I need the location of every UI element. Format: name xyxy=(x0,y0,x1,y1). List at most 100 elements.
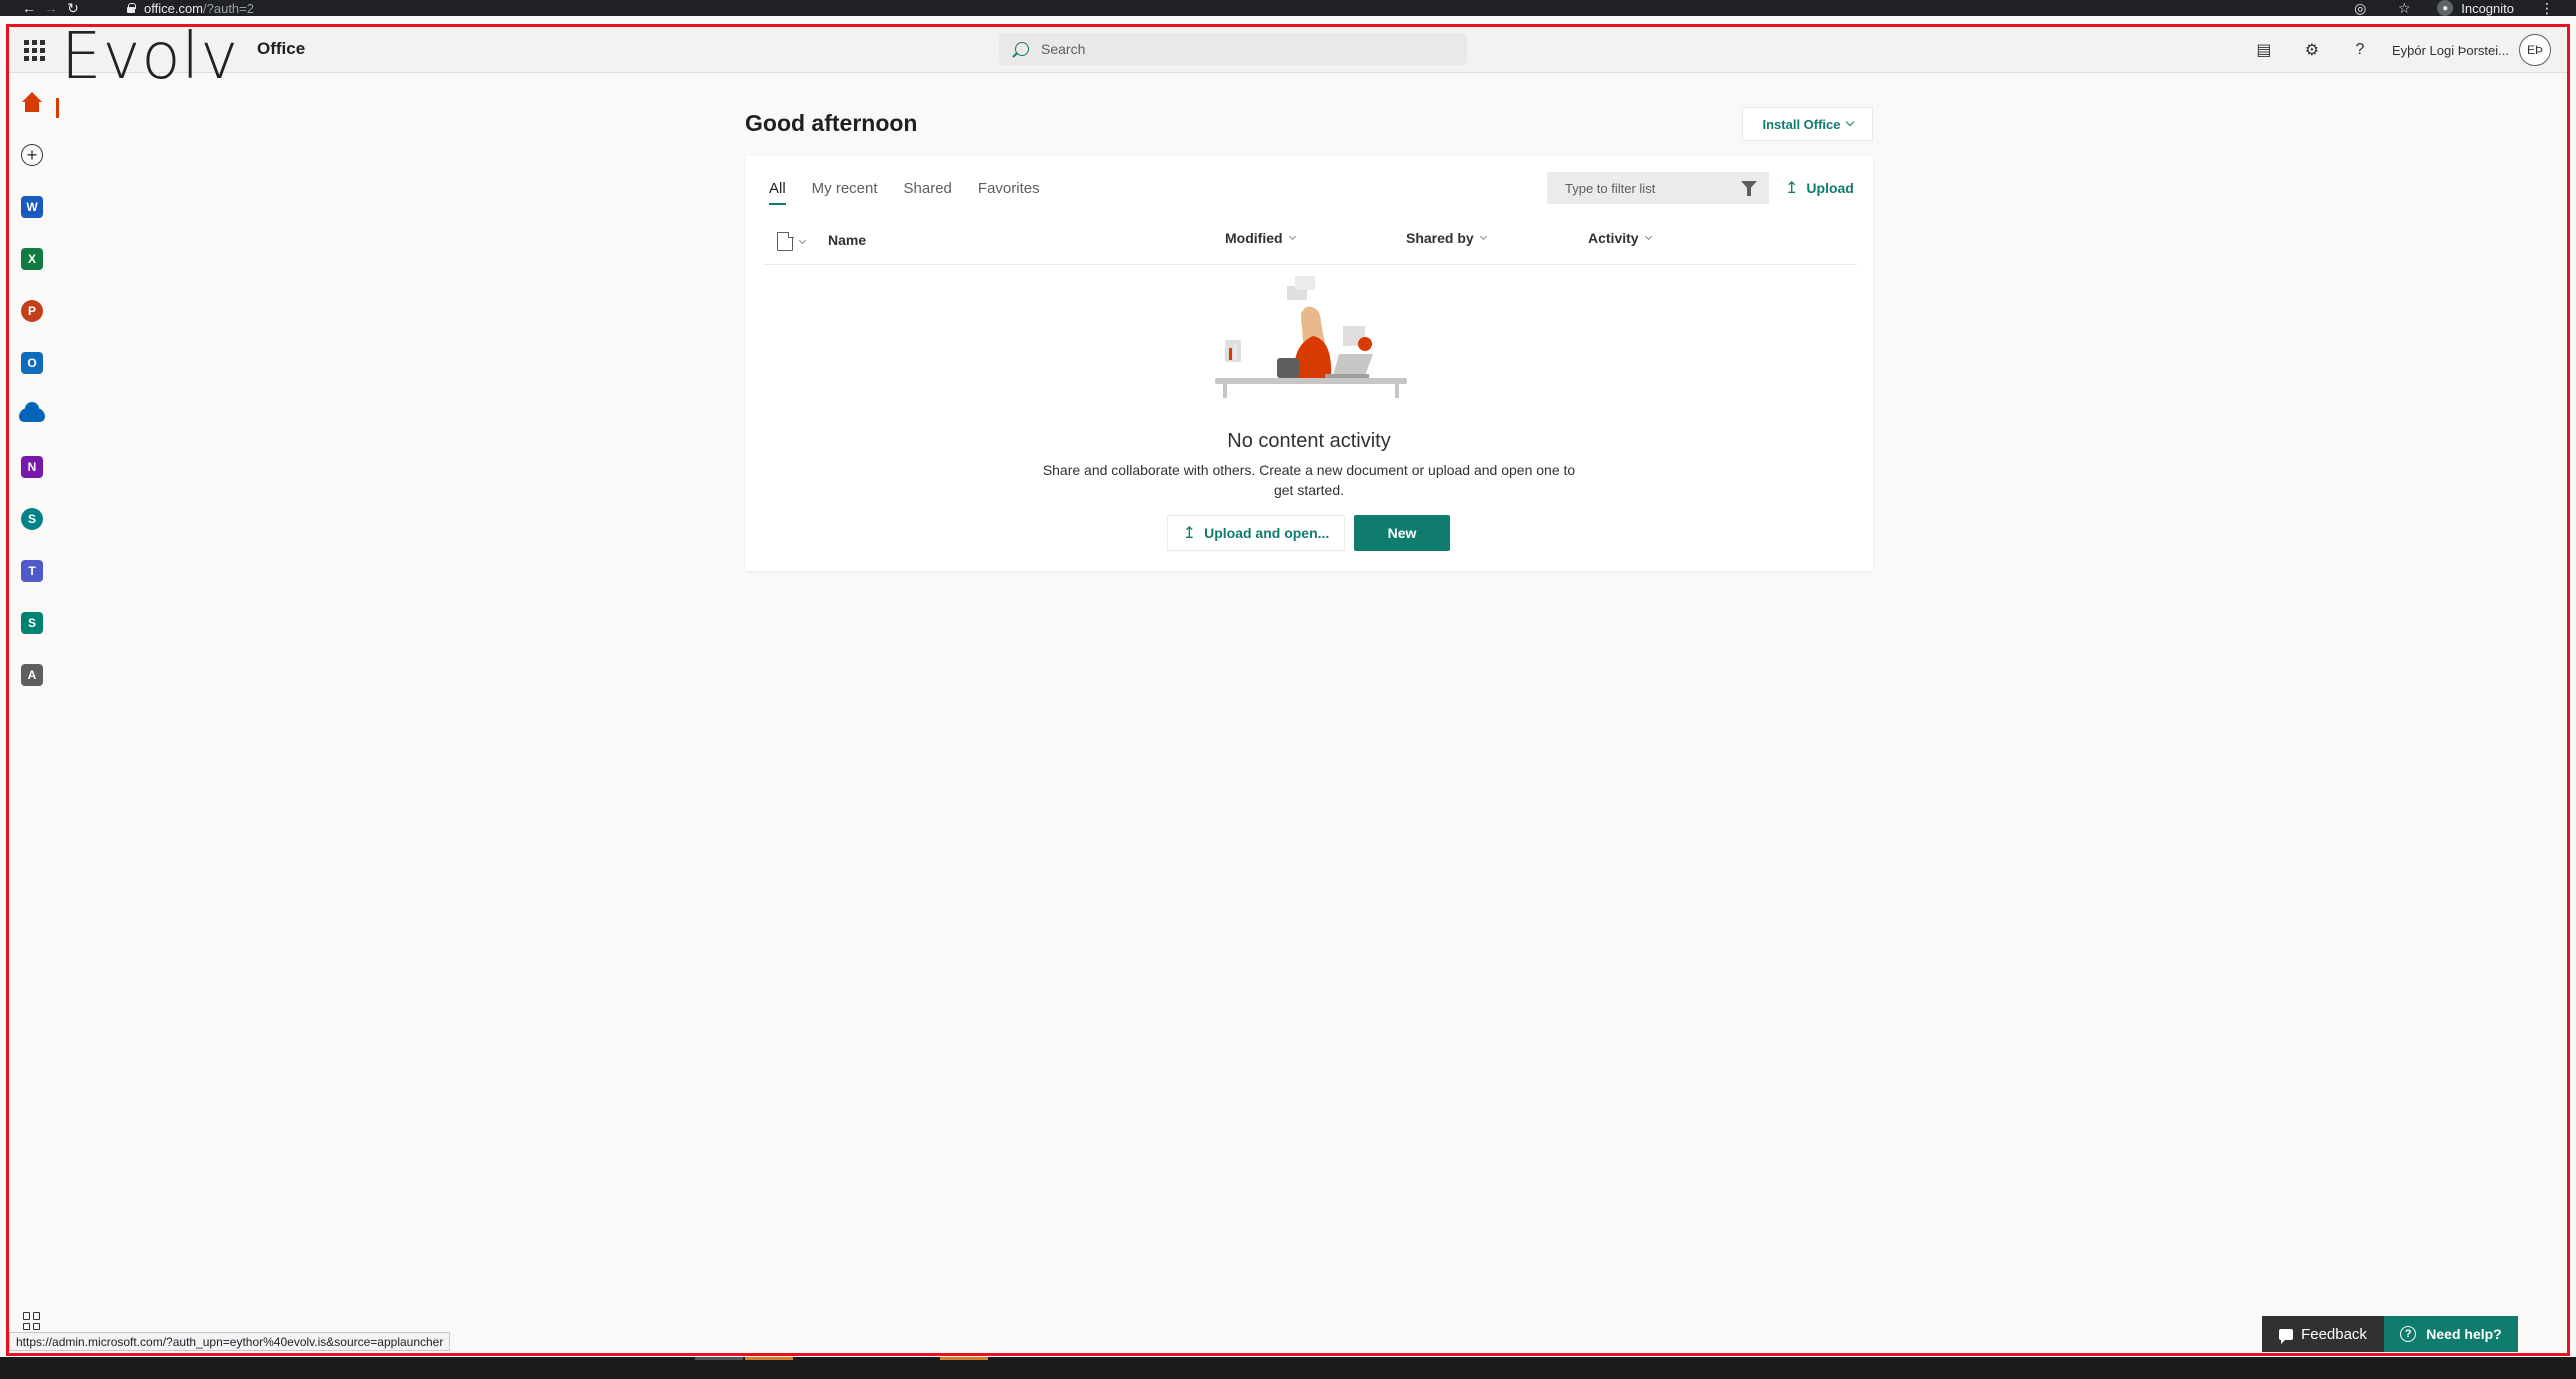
column-activity-label: Activity xyxy=(1588,230,1639,246)
rail-admin[interactable]: A xyxy=(9,652,55,698)
new-document-button[interactable]: New xyxy=(1354,515,1450,551)
whats-new-icon[interactable]: ▤ xyxy=(2240,27,2288,73)
search-icon xyxy=(1015,42,1029,56)
taskbar-app-indicator[interactable] xyxy=(745,1357,793,1360)
browser-toolbar: ← → ↻ office.com /?auth=2 ◎ ☆ ● Incognit… xyxy=(0,0,2576,16)
url-host: office.com xyxy=(144,0,204,16)
rail-teams[interactable]: T xyxy=(9,548,55,594)
need-help-button[interactable]: ? Need help? xyxy=(2384,1316,2518,1352)
empty-state-illustration xyxy=(1215,276,1407,398)
lock-icon xyxy=(126,3,136,13)
browser-nav: ← → ↻ xyxy=(18,0,84,16)
office-header: Evolv Office Search ▤ ⚙ ? Eyþór Logi Þor… xyxy=(9,25,2567,89)
upload-arrow-icon: ↥ xyxy=(1182,525,1197,542)
upload-label: Upload xyxy=(1806,180,1854,196)
empty-state-description: Share and collaborate with others. Creat… xyxy=(1042,462,1576,498)
link-status-bar: https://admin.microsoft.com/?auth_upn=ey… xyxy=(9,1332,451,1351)
filter-funnel-icon[interactable] xyxy=(1741,181,1757,196)
browser-actions: ◎ ☆ ● Incognito ⋮ xyxy=(2349,0,2558,16)
column-shared-by[interactable]: Shared by xyxy=(1406,230,1487,246)
taskbar-app-indicator[interactable] xyxy=(695,1357,743,1360)
rail-word[interactable]: W xyxy=(9,184,55,230)
star-icon[interactable]: ☆ xyxy=(2393,0,2415,16)
sharepoint-icon: S xyxy=(21,508,43,530)
rail-excel[interactable]: X xyxy=(9,236,55,282)
column-shared-by-label: Shared by xyxy=(1406,230,1474,246)
user-name[interactable]: Eyþór Logi Þorstei... xyxy=(2392,43,2509,58)
incognito-indicator[interactable]: ● Incognito xyxy=(2437,0,2514,16)
need-help-label: Need help? xyxy=(2426,1326,2502,1342)
rail-create[interactable]: + xyxy=(9,132,55,178)
teams-icon: T xyxy=(21,560,43,582)
help-question-icon: ? xyxy=(2400,1326,2417,1342)
rail-sharepoint[interactable]: S xyxy=(9,496,55,542)
column-activity[interactable]: Activity xyxy=(1588,230,1652,246)
home-icon xyxy=(21,92,43,114)
chevron-down-icon xyxy=(1845,117,1854,127)
upload-and-open-button[interactable]: ↥ Upload and open... xyxy=(1167,515,1345,551)
filter-placeholder: Type to filter list xyxy=(1565,180,1656,196)
rail-onedrive[interactable] xyxy=(9,392,55,438)
word-icon: W xyxy=(21,196,43,218)
forward-arrow-icon[interactable]: → xyxy=(40,0,62,16)
page-title: Good afternoon xyxy=(745,110,918,136)
feedback-bubble-icon xyxy=(2279,1328,2294,1344)
chevron-down-icon xyxy=(798,236,807,244)
chevron-down-icon xyxy=(1644,232,1652,241)
incognito-label: Incognito xyxy=(2461,0,2514,16)
eye-off-icon[interactable]: ◎ xyxy=(2349,0,2371,16)
tab-favorites[interactable]: Favorites xyxy=(978,180,1040,205)
feedback-label: Feedback xyxy=(2301,1325,2367,1343)
chevron-down-icon xyxy=(1479,232,1487,241)
create-plus-icon: + xyxy=(21,144,43,166)
search-placeholder: Search xyxy=(1041,41,1086,57)
excel-icon: X xyxy=(21,248,43,270)
all-apps-icon xyxy=(23,1312,41,1330)
column-name[interactable]: Name xyxy=(828,232,866,248)
tab-my-recent[interactable]: My recent xyxy=(812,180,878,205)
outlook-icon: O xyxy=(21,352,43,374)
powerpoint-icon: P xyxy=(21,300,43,322)
document-icon xyxy=(777,231,794,251)
app-launcher-waffle-icon[interactable] xyxy=(21,37,47,63)
app-name[interactable]: Office xyxy=(257,39,305,59)
settings-gear-icon[interactable]: ⚙ xyxy=(2288,27,2336,73)
column-modified-label: Modified xyxy=(1225,230,1283,246)
rail-home[interactable] xyxy=(9,80,59,126)
upload-arrow-icon: ↥ xyxy=(1785,180,1799,197)
taskbar-app-indicator[interactable] xyxy=(940,1357,988,1360)
incognito-icon: ● xyxy=(2437,0,2454,16)
search-input[interactable]: Search xyxy=(999,33,1467,65)
help-question-icon[interactable]: ? xyxy=(2336,27,2384,73)
empty-state-title: No content activity xyxy=(1227,430,1391,452)
rail-sway[interactable]: S xyxy=(9,600,55,646)
onenote-icon: N xyxy=(21,456,43,478)
filter-input[interactable]: Type to filter list xyxy=(1547,172,1769,204)
install-office-label: Install Office xyxy=(1762,116,1841,132)
column-modified[interactable]: Modified xyxy=(1225,230,1296,246)
sway-icon: S xyxy=(21,612,43,634)
upload-and-open-label: Upload and open... xyxy=(1204,525,1330,541)
documents-card: All My recent Shared Favorites Type to f… xyxy=(745,156,1873,571)
document-tabs: All My recent Shared Favorites xyxy=(769,180,1040,205)
rail-outlook[interactable]: O xyxy=(9,340,55,386)
browser-menu-icon[interactable]: ⋮ xyxy=(2536,0,2558,16)
install-office-button[interactable]: Install Office xyxy=(1742,107,1873,141)
avatar[interactable]: EÞ xyxy=(2519,34,2551,66)
chevron-down-icon xyxy=(1288,232,1296,241)
onedrive-cloud-icon xyxy=(19,402,45,422)
feedback-button[interactable]: Feedback xyxy=(2262,1316,2384,1352)
tab-all[interactable]: All xyxy=(769,180,786,205)
rail-powerpoint[interactable]: P xyxy=(9,288,55,334)
org-logo[interactable]: Evolv xyxy=(61,25,239,89)
upload-button[interactable]: ↥ Upload xyxy=(1785,172,1854,204)
file-type-column[interactable] xyxy=(777,231,807,251)
back-arrow-icon[interactable]: ← xyxy=(18,0,40,16)
tab-shared[interactable]: Shared xyxy=(904,180,952,205)
reload-icon[interactable]: ↻ xyxy=(62,0,84,16)
rail-onenote[interactable]: N xyxy=(9,444,55,490)
header-divider xyxy=(763,264,1857,265)
app-rail: + W X P O N S T S A xyxy=(9,74,59,1354)
header-actions: ▤ ⚙ ? Eyþór Logi Þorstei... EÞ xyxy=(2240,27,2551,73)
address-bar[interactable]: office.com /?auth=2 xyxy=(126,0,254,16)
